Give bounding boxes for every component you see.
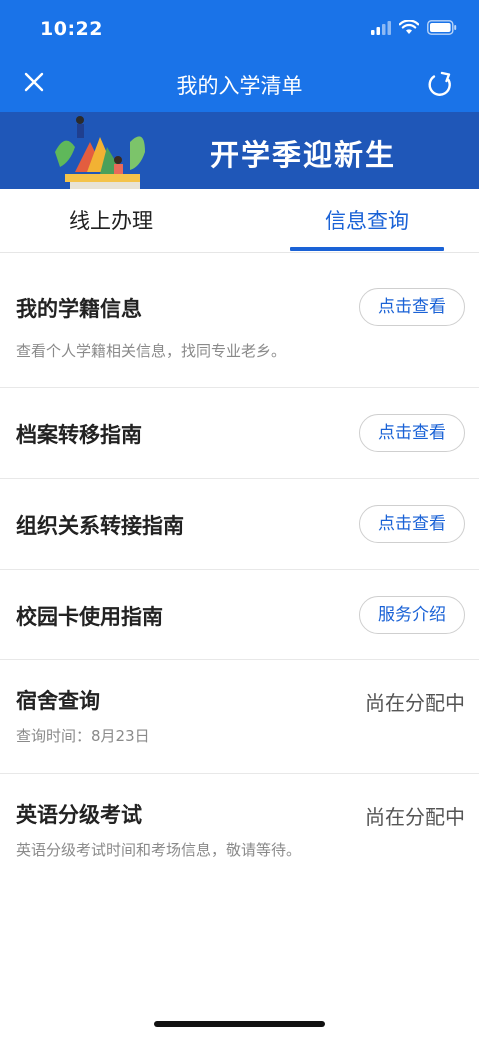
item-subtitle: 英语分级考试时间和考场信息，敬请等待。: [16, 841, 302, 859]
item-list: 我的学籍信息 查看个人学籍相关信息，找同专业老乡。 点击查看 档案转移指南 点击…: [0, 253, 479, 888]
status-text: 尚在分配中: [365, 691, 465, 715]
tab-info-query[interactable]: 信息查询: [290, 205, 444, 235]
item-subtitle: 查询时间：8月23日: [16, 727, 150, 745]
item-title: 英语分级考试: [16, 803, 142, 827]
battery-icon: [427, 20, 457, 35]
refresh-icon[interactable]: [425, 70, 455, 100]
banner-title: 开学季迎新生: [210, 138, 397, 172]
status-bar: 10:22: [0, 0, 479, 56]
signal-icon: [371, 20, 391, 35]
home-indicator[interactable]: [154, 1021, 325, 1027]
list-item-organization-transfer[interactable]: 组织关系转接指南 点击查看: [0, 479, 479, 570]
item-title: 组织关系转接指南: [16, 514, 184, 538]
list-item-english-exam[interactable]: 英语分级考试 尚在分配中 英语分级考试时间和考场信息，敬请等待。: [0, 774, 479, 888]
item-title: 宿舍查询: [16, 689, 100, 713]
view-button[interactable]: 点击查看: [359, 288, 465, 326]
status-time: 10:22: [40, 18, 103, 40]
status-text: 尚在分配中: [365, 805, 465, 829]
tab-online-processing[interactable]: 线上办理: [0, 205, 222, 235]
status-icons: [371, 20, 457, 35]
banner-illustration: [55, 116, 145, 189]
service-intro-button[interactable]: 服务介绍: [359, 596, 465, 634]
item-title: 校园卡使用指南: [16, 605, 163, 629]
view-button[interactable]: 点击查看: [359, 505, 465, 543]
app-header: 10:22 我的入学清单: [0, 0, 479, 112]
list-item-archive-transfer[interactable]: 档案转移指南 点击查看: [0, 388, 479, 479]
list-item-campus-card[interactable]: 校园卡使用指南 服务介绍: [0, 570, 479, 660]
nav-bar: 我的入学清单: [0, 56, 479, 112]
active-tab-indicator: [290, 247, 444, 251]
wifi-icon: [399, 20, 419, 34]
banner: 开学季迎新生: [0, 112, 479, 189]
list-item-dormitory[interactable]: 宿舍查询 尚在分配中 查询时间：8月23日: [0, 660, 479, 774]
item-subtitle: 查看个人学籍相关信息，找同专业老乡。: [16, 342, 287, 360]
tab-bar: 线上办理 信息查询: [0, 189, 479, 253]
item-title: 我的学籍信息: [16, 297, 142, 321]
list-item-student-status[interactable]: 我的学籍信息 查看个人学籍相关信息，找同专业老乡。 点击查看: [0, 253, 479, 388]
view-button[interactable]: 点击查看: [359, 414, 465, 452]
page-title: 我的入学清单: [176, 74, 303, 98]
item-title: 档案转移指南: [16, 423, 142, 447]
